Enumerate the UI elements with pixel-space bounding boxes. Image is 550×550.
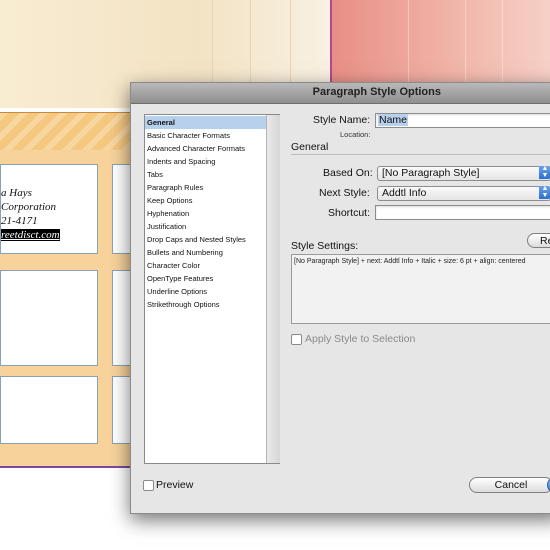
dialog-title: Paragraph Style Options — [312, 86, 441, 98]
shortcut-label: Shortcut: — [328, 207, 371, 219]
sidebar-item-underline-options[interactable]: Underline Options — [145, 285, 266, 298]
next-style-label: Next Style: — [319, 187, 370, 199]
sidebar-item-justification[interactable]: Justification — [145, 220, 266, 233]
based-on-label: Based On: — [323, 167, 373, 179]
style-settings-box: [No Paragraph Style] + next: Addtl Info … — [291, 254, 550, 324]
sidebar-item-advanced-character-formats[interactable]: Advanced Character Formats — [145, 142, 266, 155]
next-style-value: Addtl Info — [382, 187, 427, 199]
style-name-field[interactable]: Name — [375, 113, 550, 128]
section-divider — [291, 154, 550, 155]
next-style-select[interactable]: Addtl Info ▲ ▼ — [377, 185, 550, 201]
sidebar-item-keep-options[interactable]: Keep Options — [145, 194, 266, 207]
sidebar-item-strikethrough-options[interactable]: Strikethrough Options — [145, 298, 266, 311]
category-list[interactable]: General Basic Character Formats Advanced… — [144, 114, 280, 464]
shortcut-field[interactable] — [375, 205, 550, 220]
chevron-updown-icon: ▲ ▼ — [539, 185, 550, 199]
sidebar-item-basic-character-formats[interactable]: Basic Character Formats — [145, 129, 266, 142]
card-name: a Hays — [1, 187, 32, 199]
sidebar-item-opentype-features[interactable]: OpenType Features — [145, 272, 266, 285]
preview-label: Preview — [156, 479, 194, 491]
apply-style-label: Apply Style to Selection — [305, 333, 416, 345]
sidebar-item-paragraph-rules[interactable]: Paragraph Rules — [145, 181, 266, 194]
business-card[interactable] — [0, 376, 98, 444]
chevron-updown-icon: ▲ ▼ — [539, 165, 550, 179]
based-on-value: [No Paragraph Style] — [382, 167, 480, 179]
based-on-select[interactable]: [No Paragraph Style] ▲ ▼ — [377, 165, 550, 181]
style-settings-label: Style Settings: — [291, 240, 359, 252]
sidebar-item-tabs[interactable]: Tabs — [145, 168, 266, 181]
card-website: reetdisct.com — [1, 229, 60, 241]
reset-to-base-button[interactable]: Re — [527, 233, 550, 248]
section-general-heading: General — [291, 141, 329, 153]
apply-style-checkbox[interactable] — [291, 334, 302, 345]
category-list-scrollbar[interactable] — [266, 115, 280, 463]
sidebar-item-character-color[interactable]: Character Color — [145, 259, 266, 272]
sidebar-item-general[interactable]: General — [145, 116, 266, 129]
sidebar-item-drop-caps-and-nested-styles[interactable]: Drop Caps and Nested Styles — [145, 233, 266, 246]
cancel-button[interactable]: Cancel — [469, 477, 550, 493]
sidebar-item-indents-and-spacing[interactable]: Indents and Spacing — [145, 155, 266, 168]
business-card[interactable]: a Hays Corporation 21-4171 reetdisct.com — [0, 164, 98, 254]
page-edge-line — [0, 466, 140, 468]
page-background: a Hays Corporation 21-4171 reetdisct.com — [0, 150, 142, 468]
sidebar-item-hyphenation[interactable]: Hyphenation — [145, 207, 266, 220]
style-name-value: Name — [378, 114, 409, 126]
business-card[interactable] — [0, 270, 98, 366]
card-phone: 21-4171 — [1, 215, 38, 227]
paragraph-style-options-dialog: Paragraph Style Options General Basic Ch… — [130, 82, 550, 514]
page-pattern-band — [0, 112, 140, 151]
location-label: Location: — [340, 130, 371, 139]
preview-checkbox[interactable] — [143, 480, 154, 491]
style-name-label: Style Name: — [313, 114, 371, 126]
dialog-titlebar[interactable]: Paragraph Style Options — [131, 83, 550, 104]
sidebar-item-bullets-and-numbering[interactable]: Bullets and Numbering — [145, 246, 266, 259]
card-company: Corporation — [1, 201, 57, 213]
